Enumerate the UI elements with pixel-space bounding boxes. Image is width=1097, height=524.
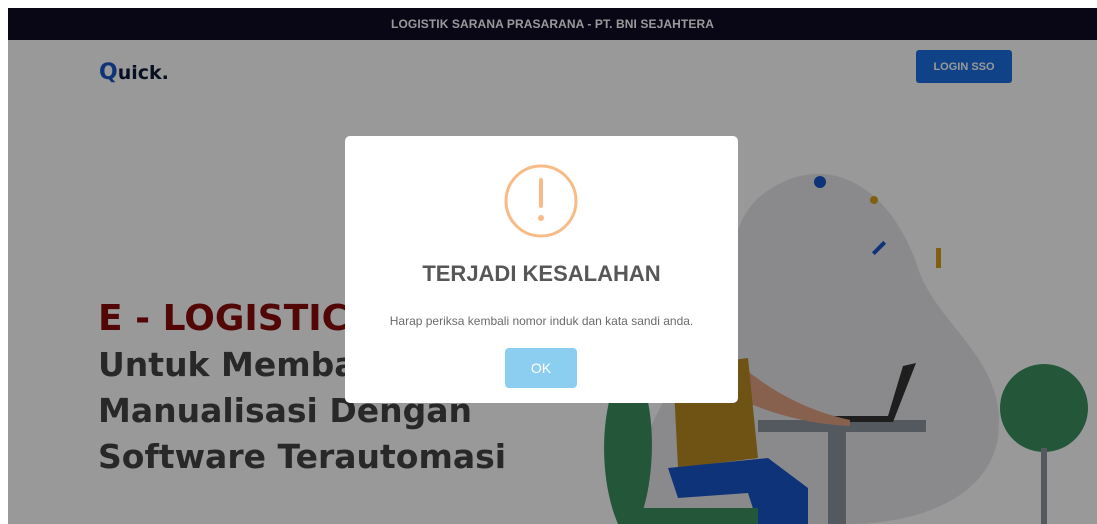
dialog-message: Harap periksa kembali nomor induk dan ka… [389, 314, 694, 328]
error-dialog: TERJADI KESALAHAN Harap periksa kembali … [345, 136, 738, 403]
ok-button[interactable]: OK [505, 348, 577, 388]
dialog-title: TERJADI KESALAHAN [422, 261, 661, 286]
page: LOGISTIK SARANA PRASARANA - PT. BNI SEJA… [8, 8, 1097, 524]
warning-icon [504, 164, 578, 238]
